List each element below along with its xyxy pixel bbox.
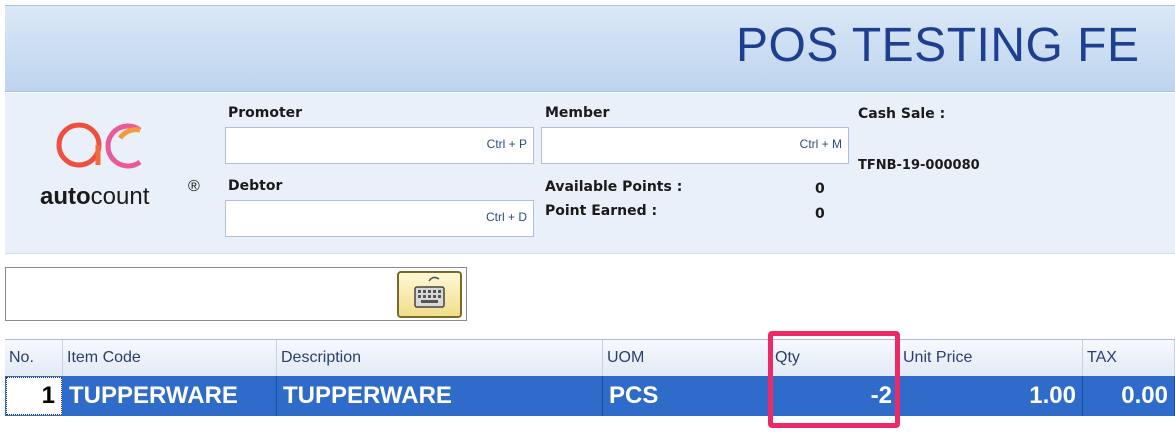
keyboard-icon (414, 276, 445, 308)
logo-wordmark: autocount (40, 183, 150, 210)
cell-uom[interactable]: PCS (603, 376, 771, 416)
col-unit-price[interactable]: Unit Price (899, 340, 1083, 376)
point-earned-label: Point Earned : (545, 203, 658, 219)
member-field[interactable]: Ctrl + M (541, 127, 849, 164)
cell-unit-price[interactable]: 1.00 (899, 376, 1083, 416)
page-title: POS TESTING FE (736, 19, 1140, 72)
cell-item-code[interactable]: TUPPERWARE (63, 376, 277, 416)
cell-tax[interactable]: 0.00 (1083, 376, 1175, 416)
promoter-label: Promoter (228, 105, 303, 121)
point-earned-value: 0 (815, 206, 825, 222)
member-label: Member (545, 105, 610, 121)
registered-mark: ® (188, 178, 200, 195)
grid-header: No. Item Code Description UOM Qty Unit P… (5, 339, 1175, 377)
cell-no[interactable]: 1 (6, 377, 62, 415)
col-tax[interactable]: TAX (1083, 340, 1175, 376)
col-no[interactable]: No. (5, 340, 63, 376)
member-shortcut: Ctrl + M (799, 137, 842, 151)
keyboard-button[interactable] (397, 271, 462, 318)
table-row[interactable]: 1 TUPPERWARE TUPPERWARE PCS -2 1.00 0.00 (5, 376, 1175, 416)
debtor-field[interactable]: Ctrl + D (225, 200, 534, 237)
title-bar: POS TESTING FE (5, 5, 1175, 92)
cell-description[interactable]: TUPPERWARE (277, 376, 603, 416)
debtor-shortcut: Ctrl + D (485, 210, 527, 224)
debtor-label: Debtor (228, 178, 283, 194)
cash-sale-doc-no: TFNB-19-000080 (858, 158, 980, 173)
col-item-code[interactable]: Item Code (63, 340, 277, 376)
col-uom[interactable]: UOM (603, 340, 771, 376)
available-points-value: 0 (815, 181, 825, 197)
promoter-field[interactable]: Ctrl + P (225, 127, 534, 164)
qty-highlight-box (768, 331, 900, 428)
cash-sale-label: Cash Sale : (858, 106, 946, 122)
promoter-shortcut: Ctrl + P (486, 137, 527, 151)
col-description[interactable]: Description (277, 340, 603, 376)
available-points-label: Available Points : (545, 179, 683, 195)
